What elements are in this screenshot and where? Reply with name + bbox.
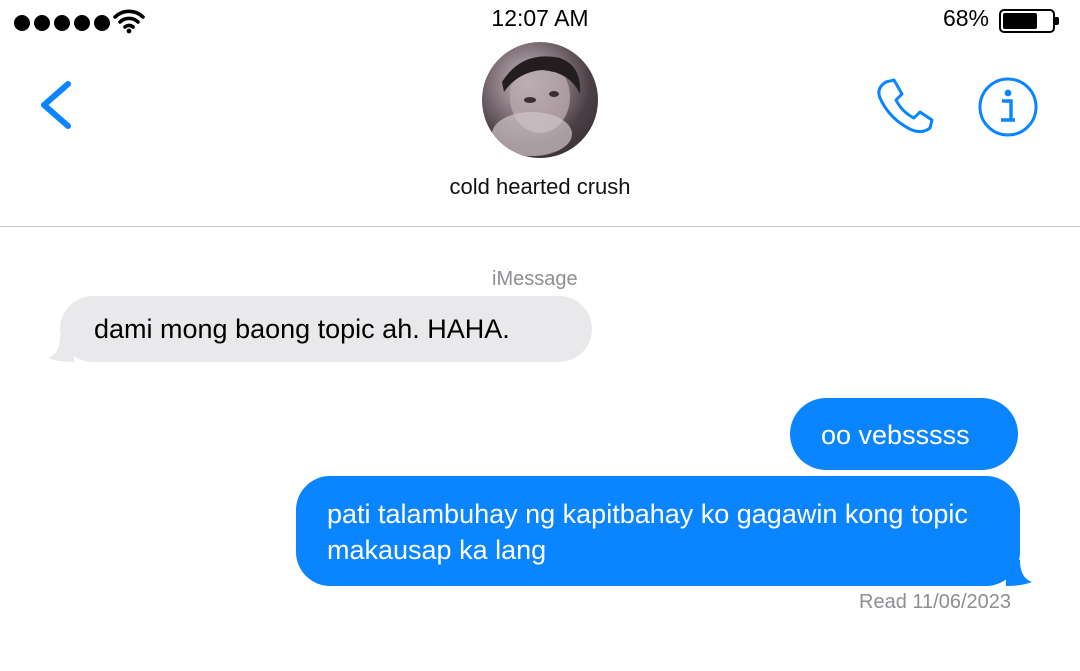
contact-avatar[interactable] xyxy=(482,42,598,158)
header-divider xyxy=(0,226,1080,227)
info-icon[interactable] xyxy=(976,76,1040,138)
bubble-tail xyxy=(1006,560,1032,586)
message-text: dami mong baong topic ah. HAHA. xyxy=(94,314,510,344)
service-label: iMessage xyxy=(492,268,578,290)
phone-icon[interactable] xyxy=(872,76,936,136)
incoming-message-bubble[interactable]: dami mong baong topic ah. HAHA. xyxy=(48,296,592,362)
message-text: oo vebsssss xyxy=(821,420,970,450)
status-bar: 12:07 AM 68% xyxy=(0,0,1080,40)
message-text: pati talambuhay ng kapitbahay ko gagawin… xyxy=(327,499,968,565)
bubble-tail xyxy=(48,336,74,362)
outgoing-message-bubble[interactable]: pati talambuhay ng kapitbahay ko gagawin… xyxy=(296,476,1032,586)
contact-name[interactable]: cold hearted crush xyxy=(0,174,1080,200)
battery-icon xyxy=(999,9,1059,33)
avatar-photo xyxy=(492,56,581,156)
chevron-left-icon[interactable] xyxy=(30,78,84,132)
status-time: 12:07 AM xyxy=(491,5,589,31)
conversation-header: cold hearted crush xyxy=(0,40,1080,226)
read-receipt: Read 11/06/2023 xyxy=(859,591,1011,613)
outgoing-message-bubble[interactable]: oo vebsssss xyxy=(790,398,1018,470)
messages-screen: 12:07 AM 68% cold hearted crush iMessage… xyxy=(0,0,1080,671)
battery-percentage: 68% xyxy=(942,5,989,31)
